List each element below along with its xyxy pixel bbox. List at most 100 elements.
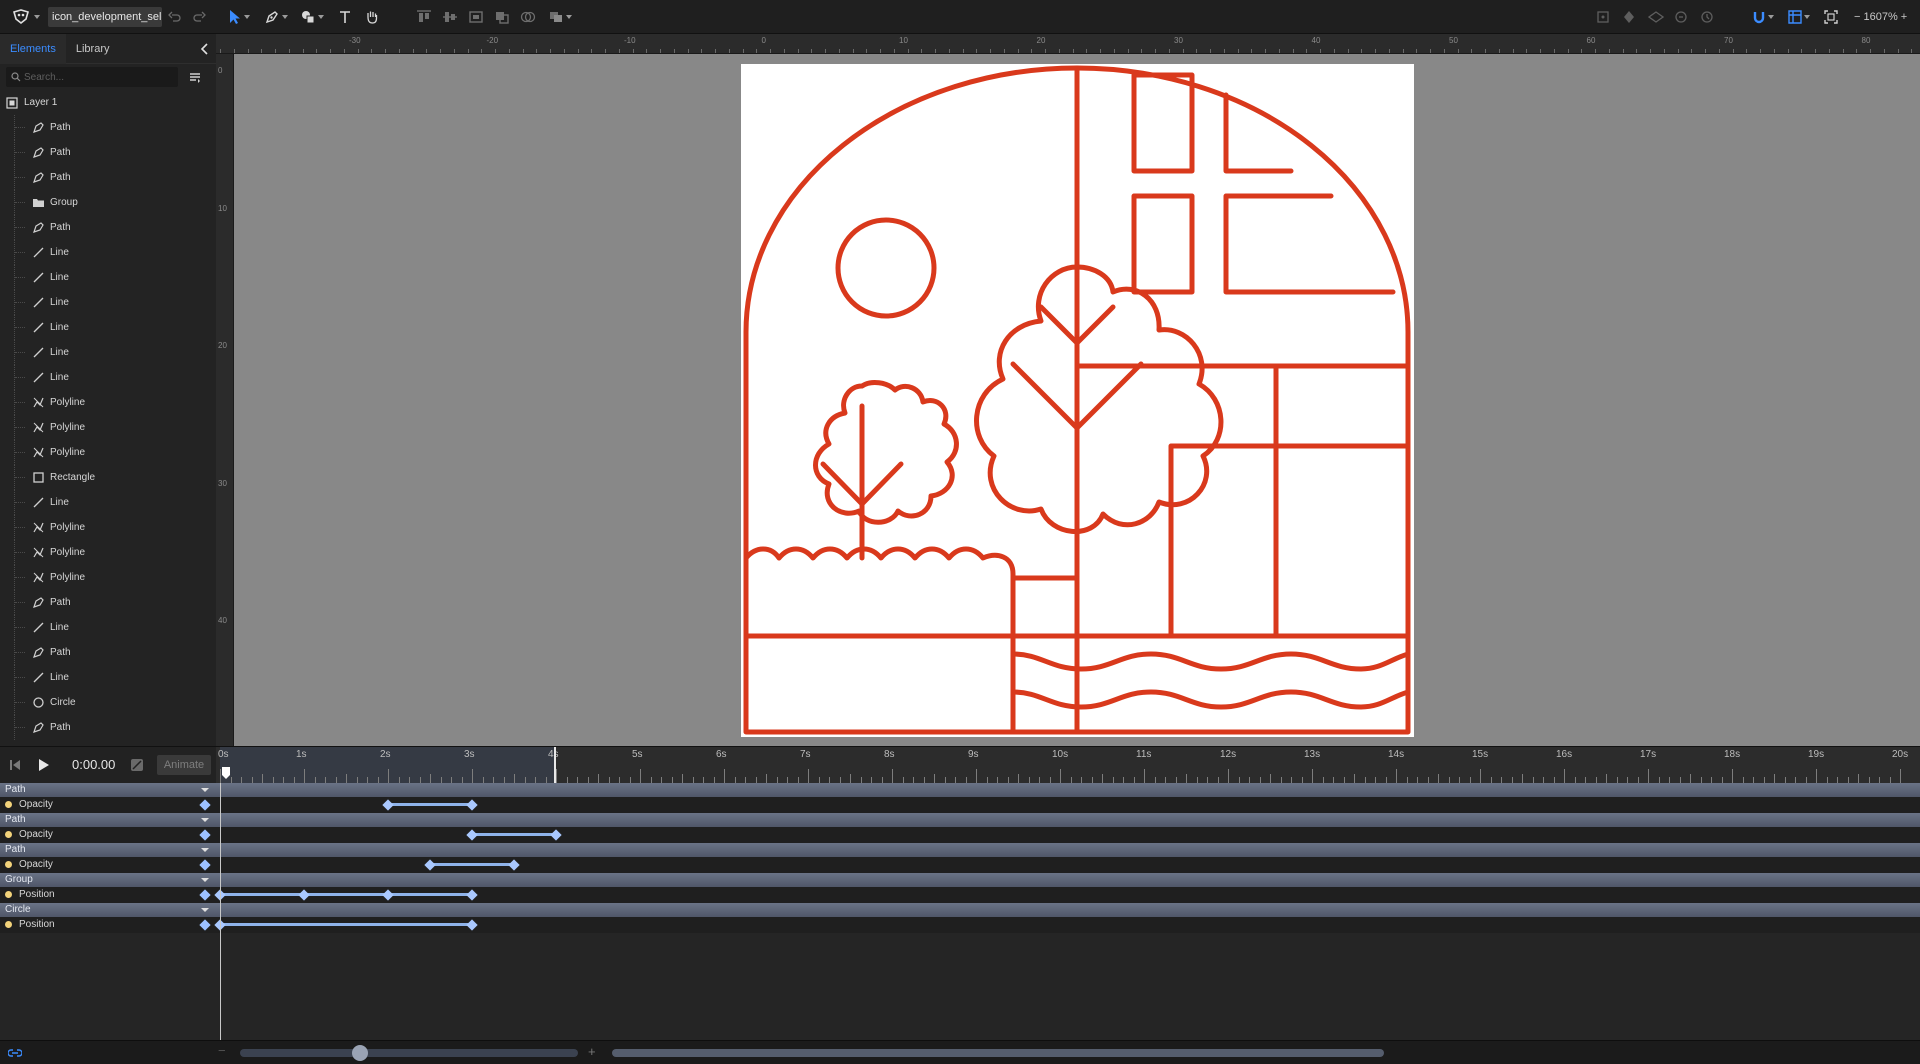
magnet-snap-button[interactable]	[1752, 0, 1774, 34]
keyframe[interactable]	[466, 889, 478, 901]
timeline-zoom-slider[interactable]	[240, 1049, 578, 1057]
arrange-button[interactable]	[548, 0, 572, 34]
element-list-item[interactable]: Polyline	[0, 515, 216, 540]
zoom-in-button[interactable]: +	[1898, 11, 1907, 23]
keyframe[interactable]	[466, 829, 478, 841]
track-header[interactable]: Path	[0, 843, 1920, 857]
illustration-artwork[interactable]	[741, 64, 1414, 737]
element-list-item[interactable]: Line	[0, 365, 216, 390]
keyframe[interactable]	[466, 799, 478, 811]
property-row[interactable]: Position	[0, 917, 1920, 933]
property-row[interactable]: Opacity	[0, 857, 1920, 873]
end-marker[interactable]	[554, 747, 556, 783]
tab-elements[interactable]: Elements	[0, 34, 66, 64]
element-list-item[interactable]: Polyline	[0, 565, 216, 590]
zoom-control[interactable]: − 1607% +	[1854, 0, 1907, 34]
snap-angle-button[interactable]	[1674, 0, 1688, 34]
timeline-zoom-in-button[interactable]: +	[588, 1044, 596, 1059]
chevron-down-icon[interactable]	[201, 848, 209, 852]
layer-row[interactable]: Layer 1	[0, 90, 216, 115]
timeline-horizontal-scrollbar[interactable]	[612, 1049, 1384, 1057]
go-to-start-button[interactable]	[8, 758, 22, 777]
lightbulb-icon[interactable]	[5, 831, 12, 838]
element-list-item[interactable]: Line	[0, 265, 216, 290]
add-keyframe-button[interactable]	[199, 919, 211, 931]
element-list-item[interactable]: Polyline	[0, 440, 216, 465]
lightbulb-icon[interactable]	[5, 921, 12, 928]
element-list-item[interactable]: Group	[0, 190, 216, 215]
element-list-item[interactable]: Path	[0, 115, 216, 140]
add-keyframe-button[interactable]	[199, 829, 211, 841]
playhead-line[interactable]	[220, 783, 221, 1041]
redo-button[interactable]	[192, 0, 206, 34]
tab-library[interactable]: Library	[66, 34, 120, 64]
element-list-item[interactable]: Polyline	[0, 415, 216, 440]
select-tool-button[interactable]	[228, 0, 250, 34]
timeline-ruler[interactable]: 0s1s2s3s4s5s6s7s8s9s10s11s12s13s14s15s16…	[216, 747, 1920, 783]
snap-bounds-button[interactable]	[1596, 0, 1610, 34]
search-input[interactable]	[24, 67, 174, 87]
undo-button[interactable]	[168, 0, 182, 34]
snap-rotate-button[interactable]	[1700, 0, 1714, 34]
element-list-item[interactable]: Line	[0, 240, 216, 265]
keyframe-span[interactable]	[430, 863, 514, 866]
link-button[interactable]	[7, 1046, 23, 1064]
element-list-item[interactable]: Polyline	[0, 540, 216, 565]
collapse-panel-button[interactable]	[198, 42, 212, 56]
chevron-down-icon[interactable]	[201, 878, 209, 882]
property-row[interactable]: Position	[0, 887, 1920, 903]
element-list-item[interactable]: Path	[0, 165, 216, 190]
text-tool-button[interactable]	[338, 0, 352, 34]
element-list-item[interactable]: Line	[0, 665, 216, 690]
keyframe[interactable]	[424, 859, 436, 871]
shape-tool-button[interactable]	[300, 0, 324, 34]
chevron-down-icon[interactable]	[201, 908, 209, 912]
element-list-item[interactable]: Line	[0, 340, 216, 365]
timeline-zoom-out-button[interactable]: −	[218, 1043, 226, 1058]
list-options-button[interactable]	[189, 70, 201, 88]
boolean-intersect-button[interactable]	[520, 0, 536, 34]
grid-toggle-button[interactable]	[1788, 0, 1810, 34]
fit-to-screen-button[interactable]	[1824, 0, 1838, 34]
add-keyframe-button[interactable]	[199, 799, 211, 811]
play-button[interactable]	[36, 758, 50, 777]
playhead-marker[interactable]	[222, 767, 230, 779]
lightbulb-icon[interactable]	[5, 861, 12, 868]
keyframe-span[interactable]	[388, 803, 472, 806]
keyframe[interactable]	[298, 889, 310, 901]
element-list-item[interactable]: Path	[0, 640, 216, 665]
timeline-zoom-thumb[interactable]	[352, 1045, 368, 1061]
keyframe-span[interactable]	[472, 833, 556, 836]
element-list-item[interactable]: Line	[0, 315, 216, 340]
animate-button[interactable]: Animate	[157, 755, 211, 775]
keyframe-span[interactable]	[220, 893, 472, 896]
element-list-item[interactable]: Path	[0, 215, 216, 240]
track-header[interactable]: Group	[0, 873, 1920, 887]
lightbulb-icon[interactable]	[5, 801, 12, 808]
pen-tool-button[interactable]	[264, 0, 288, 34]
element-list-item[interactable]: Path	[0, 590, 216, 615]
element-list-item[interactable]: Circle	[0, 690, 216, 715]
element-list-item[interactable]: Path	[0, 140, 216, 165]
hand-tool-button[interactable]	[364, 0, 380, 34]
keyframe[interactable]	[508, 859, 520, 871]
track-header[interactable]: Circle	[0, 903, 1920, 917]
element-list-item[interactable]: Polyline	[0, 390, 216, 415]
element-list-item[interactable]: Path	[0, 715, 216, 740]
boolean-subtract-button[interactable]	[494, 0, 510, 34]
document-name-field[interactable]: icon_development_selec	[48, 7, 162, 27]
keyframe[interactable]	[550, 829, 562, 841]
canvas[interactable]	[234, 54, 1920, 746]
keyframe[interactable]	[466, 919, 478, 931]
chevron-down-icon[interactable]	[201, 818, 209, 822]
track-header[interactable]: Path	[0, 813, 1920, 827]
element-list-item[interactable]: Line	[0, 290, 216, 315]
add-keyframe-button[interactable]	[199, 889, 211, 901]
property-row[interactable]: Opacity	[0, 827, 1920, 843]
keyframe[interactable]	[382, 889, 394, 901]
snap-grid-button[interactable]	[1648, 0, 1664, 34]
element-list-item[interactable]: Line	[0, 615, 216, 640]
align-top-button[interactable]	[416, 0, 432, 34]
element-list-item[interactable]: Rectangle	[0, 465, 216, 490]
boolean-union-button[interactable]	[468, 0, 484, 34]
